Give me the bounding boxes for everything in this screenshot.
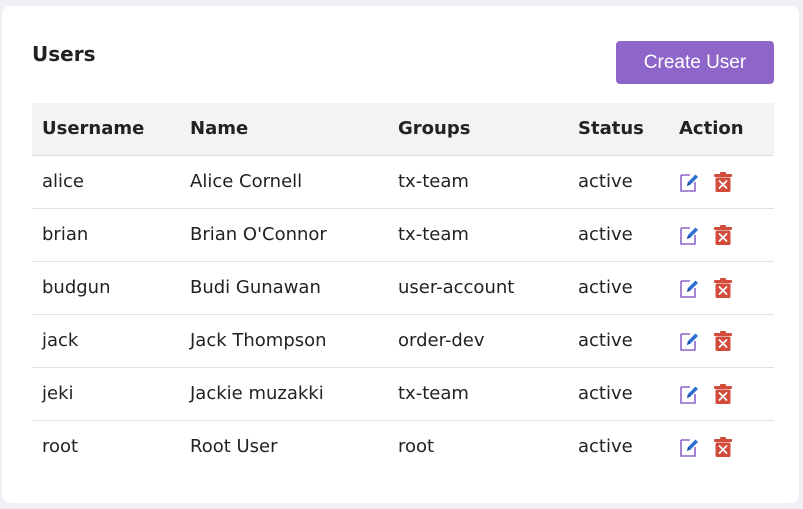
- row-actions: [679, 277, 774, 299]
- users-card: Users Create User Username Name Groups S…: [2, 6, 799, 503]
- cell-groups: tx-team: [388, 155, 568, 209]
- row-actions: [679, 436, 774, 458]
- cell-groups: tx-team: [388, 367, 568, 421]
- row-actions: [679, 330, 774, 352]
- cell-username: jack: [32, 314, 180, 368]
- cell-groups: tx-team: [388, 208, 568, 262]
- page-title: Users: [32, 42, 96, 66]
- cell-username: jeki: [32, 367, 180, 421]
- cell-status: active: [568, 208, 669, 262]
- row-actions: [679, 171, 774, 193]
- header-action: Action: [669, 103, 774, 156]
- cell-action: [669, 208, 774, 262]
- cell-username: alice: [32, 155, 180, 209]
- cell-name: Jackie muzakki: [180, 367, 388, 421]
- users-table: Username Name Groups Status Action alice…: [32, 103, 774, 473]
- cell-username: budgun: [32, 261, 180, 315]
- cell-action: [669, 367, 774, 421]
- delete-icon[interactable]: [713, 224, 733, 246]
- header-username: Username: [32, 103, 180, 156]
- table-row: jeki Jackie muzakki tx-team active: [32, 367, 774, 421]
- cell-username: brian: [32, 208, 180, 262]
- table-row: budgun Budi Gunawan user-account active: [32, 261, 774, 315]
- header-name: Name: [180, 103, 388, 156]
- create-user-button[interactable]: Create User: [616, 41, 774, 84]
- table-header-row: Username Name Groups Status Action: [32, 103, 774, 156]
- cell-status: active: [568, 261, 669, 315]
- cell-groups: root: [398, 436, 435, 457]
- delete-icon[interactable]: [713, 436, 733, 458]
- row-actions: [679, 383, 774, 405]
- edit-icon[interactable]: [679, 436, 699, 458]
- cell-status: active: [568, 367, 669, 421]
- cell-groups: order-dev: [388, 314, 568, 368]
- table-row: brian Brian O'Connor tx-team active: [32, 208, 774, 262]
- table-row: jack Jack Thompson order-dev active: [32, 314, 774, 368]
- cell-name: Root User: [190, 436, 278, 457]
- header-status: Status: [568, 103, 669, 156]
- delete-icon[interactable]: [713, 383, 733, 405]
- edit-icon[interactable]: [679, 277, 699, 299]
- edit-icon[interactable]: [679, 224, 699, 246]
- edit-icon[interactable]: [679, 171, 699, 193]
- header-groups: Groups: [388, 103, 568, 156]
- cell-name: Jack Thompson: [180, 314, 388, 368]
- cell-action: [669, 155, 774, 209]
- delete-icon[interactable]: [713, 330, 733, 352]
- cell-action: [669, 261, 774, 315]
- cell-action: [669, 420, 774, 473]
- cell-name: Budi Gunawan: [180, 261, 388, 315]
- edit-icon[interactable]: [679, 330, 699, 352]
- table-row: root Root User root active: [32, 420, 774, 473]
- table-body: alice Alice Cornell tx-team active brian…: [32, 155, 774, 473]
- cell-name: Brian O'Connor: [180, 208, 388, 262]
- cell-name: Alice Cornell: [180, 155, 388, 209]
- delete-icon[interactable]: [713, 171, 733, 193]
- delete-icon[interactable]: [713, 277, 733, 299]
- table-row: alice Alice Cornell tx-team active: [32, 155, 774, 209]
- cell-status: active: [568, 155, 669, 209]
- cell-status: active: [578, 436, 633, 457]
- cell-action: [669, 314, 774, 368]
- cell-username: root: [42, 436, 79, 457]
- cell-status: active: [568, 314, 669, 368]
- cell-groups: user-account: [388, 261, 568, 315]
- row-actions: [679, 224, 774, 246]
- edit-icon[interactable]: [679, 383, 699, 405]
